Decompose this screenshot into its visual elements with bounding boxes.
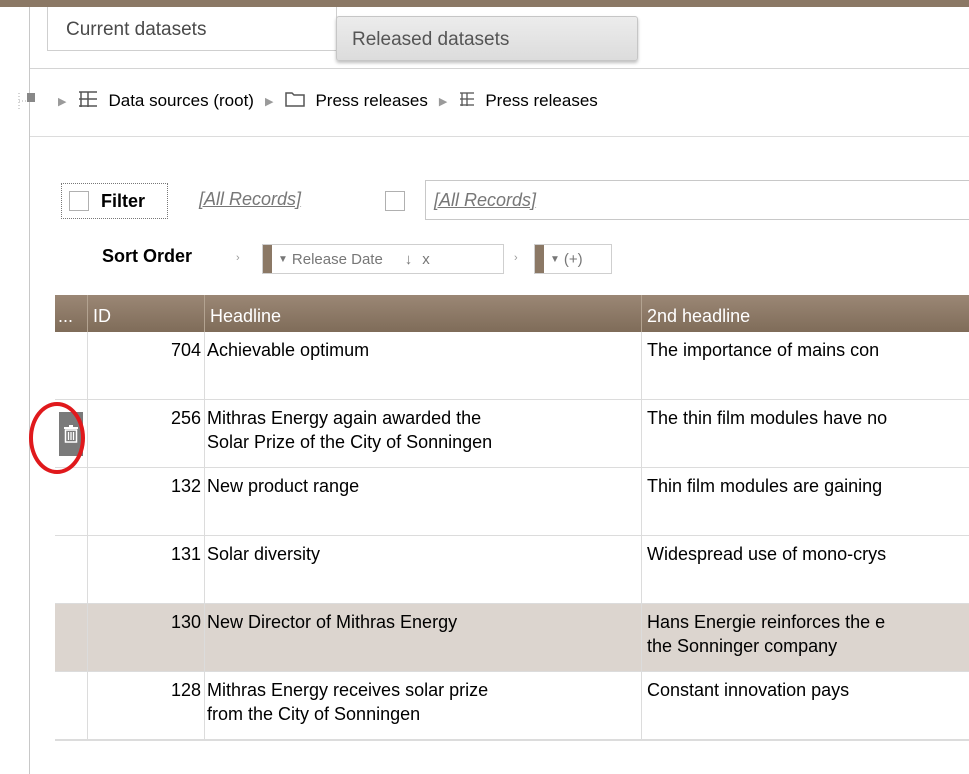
cell-id[interactable]: 128	[87, 672, 204, 740]
column-header-headline[interactable]: Headline	[204, 295, 641, 332]
filter-enable-checkbox[interactable]	[385, 191, 405, 211]
cell-text-line: Hans Energie reinforces the e	[647, 612, 886, 632]
sort-add-chip[interactable]: ▼ (+)	[534, 244, 612, 274]
cell-text-line: Achievable optimum	[207, 340, 370, 360]
row-actions-cell	[55, 332, 87, 400]
chevron-right-icon: ›	[236, 252, 240, 264]
cell-2nd-headline[interactable]: Hans Energie reinforces the e the Sonning…	[641, 604, 969, 672]
chevron-right-icon: ▶	[438, 95, 448, 108]
cell-text-line: Solar Prize of the City of Sonningen	[207, 432, 493, 452]
dropdown-arrow-icon[interactable]: ▼	[550, 254, 560, 265]
table-row[interactable]: 132 New product range Thin film modules ar…	[55, 468, 969, 536]
cell-text-line: from the City of Sonningen	[207, 704, 421, 724]
table-row[interactable]: 256 Mithras Energy again awarded the Solar…	[55, 400, 969, 468]
cell-id[interactable]: 130	[87, 604, 204, 672]
cell-text-line: the Sonninger company	[647, 636, 838, 656]
delete-button[interactable]	[59, 412, 83, 456]
cell-2nd-headline[interactable]: Widespread use of mono-crys	[641, 536, 969, 604]
sort-order-label: Sort Order	[102, 246, 193, 266]
cell-id[interactable]: 704	[87, 332, 204, 400]
column-header-id[interactable]: ID	[87, 295, 204, 332]
cell-2nd-headline[interactable]: Constant innovation pays	[641, 672, 969, 740]
trash-icon	[64, 425, 78, 443]
filter-query-value[interactable]: [All Records]	[434, 190, 536, 210]
sort-field-chip[interactable]: ▼ Release Date ↓ x	[262, 244, 504, 274]
table-row[interactable]: 704 Achievable optimum The importance of m…	[55, 332, 969, 400]
sort-remove-button[interactable]: x	[422, 251, 430, 268]
cell-text-line: New Director of Mithras Energy	[207, 612, 458, 632]
tab-released-datasets[interactable]: Released datasets	[336, 16, 638, 61]
breadcrumb-item-folder[interactable]: Press releases	[285, 90, 428, 112]
tab-divider	[30, 68, 969, 69]
table-row[interactable]: 130 New Director of Mithras Energy Hans En…	[55, 604, 969, 672]
row-actions-cell	[55, 468, 87, 536]
drag-handle	[535, 245, 544, 273]
cell-text-line: New product range	[207, 476, 360, 496]
cell-2nd-headline[interactable]: The thin film modules have no	[641, 400, 969, 468]
top-accent-bar	[0, 0, 969, 7]
table-row[interactable]: 131 Solar diversity Widespread use of mono…	[55, 536, 969, 604]
sort-add-label: (+)	[563, 250, 583, 268]
filter-checkbox[interactable]	[69, 191, 89, 211]
root-tree-icon[interactable]	[17, 91, 37, 111]
cell-text-line: Solar diversity	[207, 544, 321, 564]
press-release-table: ... ID Headline 2nd headline 704 Achievab…	[55, 295, 969, 774]
row-actions-cell	[55, 604, 87, 672]
cell-headline[interactable]: Achievable optimum	[204, 332, 641, 400]
breadcrumb: ▶ Data sources (root) ▶ Press releases ▶	[17, 86, 598, 116]
breadcrumb-divider	[30, 136, 969, 137]
breadcrumb-label: Data sources (root)	[108, 91, 254, 110]
breadcrumb-item-root[interactable]: Data sources (root)	[78, 90, 254, 113]
chevron-right-icon: ›	[514, 252, 518, 264]
table-icon	[459, 91, 475, 112]
cell-id[interactable]: 131	[87, 536, 204, 604]
table-bottom-border	[55, 740, 969, 741]
breadcrumb-item-table[interactable]: Press releases	[459, 91, 598, 112]
sort-direction-icon[interactable]: ↓	[405, 251, 413, 268]
breadcrumb-label: Press releases	[485, 91, 598, 110]
cell-text-line: Mithras Energy again awarded the	[207, 408, 482, 428]
cell-headline[interactable]: Mithras Energy again awarded the Solar Pr…	[204, 400, 641, 468]
table-header: ... ID Headline 2nd headline	[55, 295, 969, 332]
cell-text-line: The importance of mains con	[647, 340, 880, 360]
folder-icon	[285, 90, 306, 112]
filter-all-records-link[interactable]: [All Records]	[199, 189, 301, 210]
row-actions-cell	[55, 536, 87, 604]
column-header-2nd-headline[interactable]: 2nd headline	[641, 295, 969, 332]
table-row[interactable]: 128 Mithras Energy receives solar prize fr…	[55, 672, 969, 740]
chevron-right-icon: ▶	[264, 95, 274, 108]
cell-headline[interactable]: Solar diversity	[204, 536, 641, 604]
cell-headline[interactable]: Mithras Energy receives solar prize from …	[204, 672, 641, 740]
row-actions-cell	[55, 400, 87, 468]
cell-text-line: Thin film modules are gaining	[647, 476, 883, 496]
breadcrumb-label: Press releases	[315, 91, 428, 110]
cell-id[interactable]: 132	[87, 468, 204, 536]
sort-field-name: Release Date	[291, 250, 383, 268]
left-panel-border	[29, 7, 30, 774]
filter-query-input[interactable]: [All Records]	[425, 180, 969, 220]
row-actions-cell	[55, 672, 87, 740]
cell-2nd-headline[interactable]: Thin film modules are gaining	[641, 468, 969, 536]
cell-headline[interactable]: New product range	[204, 468, 641, 536]
tab-current-datasets[interactable]: Current datasets	[47, 7, 337, 51]
table-icon	[78, 90, 98, 113]
cell-text-line: Widespread use of mono-crys	[647, 544, 887, 564]
filter-toggle[interactable]: Filter	[61, 183, 168, 219]
dropdown-arrow-icon[interactable]: ▼	[278, 254, 288, 265]
cell-id[interactable]: 256	[87, 400, 204, 468]
cell-2nd-headline[interactable]: The importance of mains con	[641, 332, 969, 400]
filter-label: Filter	[101, 190, 146, 211]
cell-text-line: The thin film modules have no	[647, 408, 888, 428]
cell-headline[interactable]: New Director of Mithras Energy	[204, 604, 641, 672]
chevron-right-icon: ▶	[58, 95, 67, 108]
column-header-actions[interactable]: ...	[55, 295, 87, 332]
cell-text-line: Constant innovation pays	[647, 680, 850, 700]
drag-handle[interactable]	[263, 245, 272, 273]
cell-text-line: Mithras Energy receives solar prize	[207, 680, 489, 700]
